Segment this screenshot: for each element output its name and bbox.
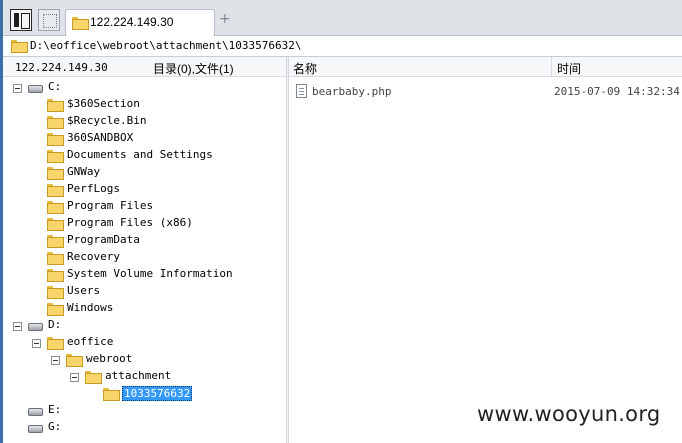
tree-label: C: (48, 80, 62, 93)
tree-label: Recovery (67, 250, 120, 263)
new-tab-button[interactable]: + (219, 11, 231, 27)
folder-icon (47, 235, 64, 248)
header-host: 122.224.149.30 (15, 61, 108, 74)
tree-folder[interactable]: $Recycle.Bin (47, 114, 277, 130)
tree-folder-attachment[interactable]: attachment (70, 369, 200, 385)
header-count: 目录(0),文件(1) (153, 62, 234, 76)
folder-icon (47, 184, 64, 197)
folder-icon (72, 17, 89, 30)
folder-icon (47, 99, 64, 112)
tree-folder[interactable]: GNWay (47, 165, 277, 181)
folder-icon (103, 388, 120, 401)
tree-folder[interactable]: Windows (47, 301, 277, 317)
watermark: www.wooyun.org (477, 402, 661, 426)
tree-label: Program Files (67, 199, 154, 212)
file-icon (296, 84, 307, 98)
folder-icon (47, 303, 64, 316)
blank-tab-icon[interactable] (38, 9, 60, 31)
tab-label: 122.224.149.30 (90, 15, 174, 29)
tree-folder[interactable]: Program Files (x86) (47, 216, 277, 232)
collapse-icon[interactable] (70, 373, 79, 382)
column-separator[interactable] (551, 57, 552, 77)
folder-icon (47, 167, 64, 180)
file-name: bearbaby.php (312, 85, 392, 98)
tree-label: System Volume Information (67, 267, 233, 280)
tree-folder-webroot[interactable]: webroot (51, 352, 171, 368)
tree-folder[interactable]: ProgramData (47, 233, 277, 249)
tree-folder[interactable]: Users (47, 284, 277, 300)
drive-icon (28, 408, 43, 416)
tree-label: GNWay (67, 165, 101, 178)
tab-bar: 122.224.149.30 + (3, 0, 682, 36)
folder-icon (47, 218, 64, 231)
tree-label: Users (67, 284, 101, 297)
column-time[interactable]: 时间 (557, 60, 581, 77)
path-text[interactable]: D:\eoffice\webroot\attachment\1033576632… (30, 39, 302, 52)
collapse-icon[interactable] (32, 339, 41, 348)
tree-drive-c[interactable]: C: (13, 80, 93, 96)
tree-folder[interactable]: Program Files (47, 199, 277, 215)
tree-label: eoffice (67, 335, 114, 348)
tree-folder-eoffice[interactable]: eoffice (32, 335, 152, 351)
drive-icon (28, 323, 43, 331)
folder-icon (47, 201, 64, 214)
folder-icon (85, 371, 102, 384)
path-bar[interactable]: D:\eoffice\webroot\attachment\1033576632… (3, 36, 682, 57)
directory-tree: C: $360Section $Recycle.Bin 360SANDBOX D… (3, 77, 286, 443)
tree-label: attachment (105, 369, 172, 382)
tree-label: G: (48, 420, 62, 433)
folder-icon (47, 252, 64, 265)
tree-label: ProgramData (67, 233, 140, 246)
tree-label: Windows (67, 301, 114, 314)
tree-folder[interactable]: 360SANDBOX (47, 131, 277, 147)
tree-drive-e[interactable]: E: (28, 403, 88, 419)
collapse-icon[interactable] (13, 322, 22, 331)
tree-label: $360Section (67, 97, 140, 110)
tree-drive-d[interactable]: D: (13, 318, 93, 334)
tree-folder[interactable]: PerfLogs (47, 182, 277, 198)
tree-label: PerfLogs (67, 182, 120, 195)
tree-label: Program Files (x86) (67, 216, 193, 229)
folder-icon (47, 269, 64, 282)
file-time: 2015-07-09 14:32:34 (554, 85, 680, 98)
tree-folder-selected[interactable]: 1033576632 (103, 386, 193, 402)
file-row[interactable]: bearbaby.php 2015-07-09 14:32:34 (289, 83, 682, 101)
folder-icon (47, 116, 64, 129)
tree-label: $Recycle.Bin (67, 114, 147, 127)
tree-folder[interactable]: Documents and Settings (47, 148, 277, 164)
folder-icon (47, 150, 64, 163)
tab-host[interactable]: 122.224.149.30 (65, 9, 215, 36)
column-header: 122.224.149.30 目录(0),文件(1) 名称 时间 (3, 57, 682, 77)
folder-icon (47, 286, 64, 299)
collapse-icon[interactable] (51, 356, 60, 365)
drive-icon (28, 85, 43, 93)
tree-folder[interactable]: Recovery (47, 250, 277, 266)
tree-label: webroot (86, 352, 133, 365)
tree-label: 360SANDBOX (67, 131, 134, 144)
file-list: bearbaby.php 2015-07-09 14:32:34 (289, 77, 682, 443)
tree-folder[interactable]: $360Section (47, 97, 277, 113)
tree-label-selected: 1033576632 (122, 386, 193, 401)
tree-label: E: (48, 403, 62, 416)
tree-folder[interactable]: System Volume Information (47, 267, 277, 283)
collapse-icon[interactable] (13, 84, 22, 93)
tree-label: Documents and Settings (67, 148, 213, 161)
drive-icon (28, 425, 43, 433)
folder-icon (11, 40, 28, 53)
tree-drive-g[interactable]: G: (28, 420, 88, 436)
column-name[interactable]: 名称 (293, 60, 317, 77)
panel-toggle-icon[interactable] (10, 9, 32, 31)
folder-icon (47, 337, 64, 350)
folder-icon (47, 133, 64, 146)
tree-label: D: (48, 318, 62, 331)
folder-icon (66, 354, 83, 367)
